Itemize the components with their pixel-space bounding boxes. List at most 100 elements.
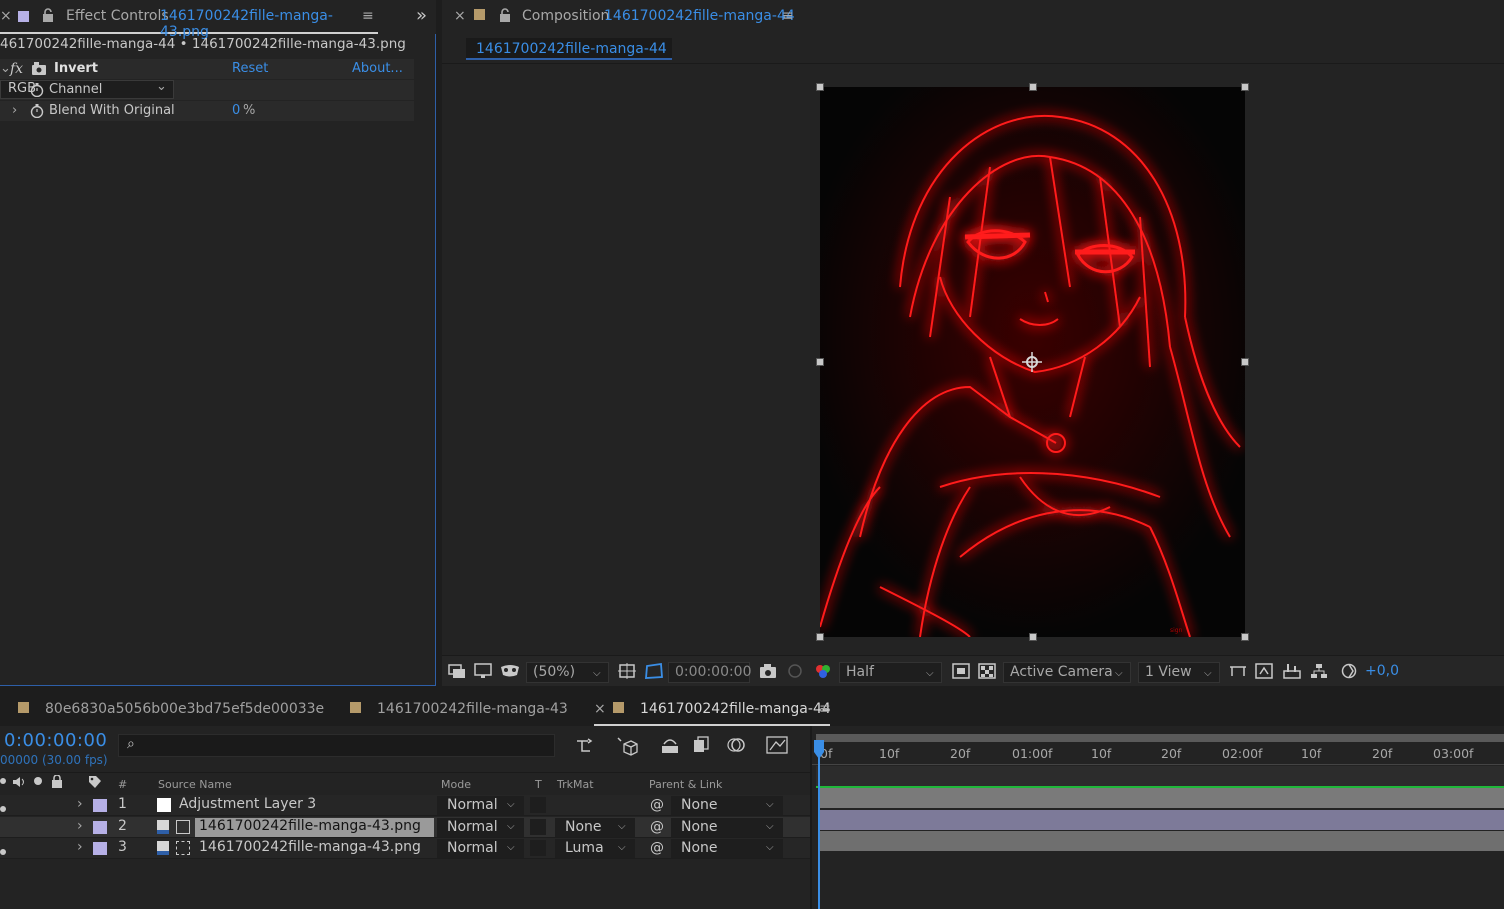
layer-name[interactable]: 1461700242fille-manga-43.png xyxy=(199,818,421,834)
fast-previews-icon[interactable] xyxy=(1255,663,1273,679)
transform-handle-tl[interactable] xyxy=(816,83,824,91)
transform-handle-br[interactable] xyxy=(1241,633,1249,641)
transform-handle-bm[interactable] xyxy=(1029,633,1037,641)
layer-search-input[interactable]: ⌕ xyxy=(118,734,555,757)
composition-viewer[interactable]: sign xyxy=(442,65,1504,655)
parent-dropdown[interactable]: None ⌵ xyxy=(671,818,783,837)
layer-bar-3[interactable] xyxy=(818,831,1504,851)
close-icon[interactable]: × xyxy=(594,692,606,726)
region-of-interest-icon[interactable] xyxy=(952,663,970,679)
transform-handle-ml[interactable] xyxy=(816,358,824,366)
view-layout-dropdown[interactable]: 1 View ⌵ xyxy=(1138,662,1220,683)
effect-controls-tab[interactable]: × Effect Controls 1461700242fille-manga-… xyxy=(0,0,378,40)
transform-handle-mr[interactable] xyxy=(1241,358,1249,366)
parent-dropdown[interactable]: None ⌵ xyxy=(671,839,783,858)
layer-label-swatch[interactable] xyxy=(93,821,107,834)
transparency-grid-icon[interactable] xyxy=(978,663,996,679)
layer-mode-dropdown[interactable]: Normal ⌵ xyxy=(437,839,524,858)
transform-handle-tr[interactable] xyxy=(1241,83,1249,91)
toggle-pixel-aspect-icon[interactable] xyxy=(1229,663,1247,679)
timeline-current-time[interactable]: 0:00:00:00 xyxy=(4,730,107,751)
layer-bar-2[interactable] xyxy=(818,810,1504,830)
track-matte-toggle[interactable] xyxy=(530,819,546,835)
comp-mini-flowchart-icon[interactable] xyxy=(576,738,596,758)
timeline-graph[interactable]: 0f 10f 20f 01:00f 10f 20f 02:00f 10f 20f… xyxy=(810,726,1504,909)
layer-name[interactable]: Adjustment Layer 3 xyxy=(179,796,316,812)
parent-dropdown[interactable]: None ⌵ xyxy=(671,796,783,815)
label-tag-icon[interactable] xyxy=(88,775,102,792)
track-matte-dropdown[interactable]: None ⌵ xyxy=(555,818,635,837)
transform-handle-bl[interactable] xyxy=(816,633,824,641)
timeline-icon[interactable] xyxy=(1283,663,1301,679)
chevron-right-icon[interactable]: › xyxy=(12,103,17,118)
chevron-right-icon[interactable]: › xyxy=(77,796,83,812)
composition-frame[interactable]: sign xyxy=(820,87,1245,637)
close-icon[interactable]: × xyxy=(0,8,12,24)
pick-whip-icon[interactable]: @ xyxy=(650,819,664,835)
eye-icon[interactable] xyxy=(0,844,8,860)
layer-label-swatch[interactable] xyxy=(93,842,107,855)
panel-menu-icon[interactable]: ≡ xyxy=(819,692,831,726)
frame-blending-icon[interactable] xyxy=(692,736,712,758)
reset-exposure-icon[interactable] xyxy=(1340,663,1358,679)
graph-editor-icon[interactable] xyxy=(766,736,788,758)
lock-icon[interactable] xyxy=(51,774,63,791)
chevron-right-double-icon[interactable]: » xyxy=(416,5,427,26)
track-matte-dropdown[interactable]: Luma ⌵ xyxy=(555,839,635,858)
eye-icon[interactable] xyxy=(0,801,8,817)
monitor-icon[interactable] xyxy=(474,663,492,679)
layer-bar-1[interactable] xyxy=(818,788,1504,808)
layer-mode-dropdown[interactable]: Normal ⌵ xyxy=(437,796,524,815)
solo-icon[interactable] xyxy=(33,776,43,789)
fx-icon[interactable]: fx xyxy=(10,61,23,77)
mask-visibility-icon[interactable] xyxy=(644,662,663,679)
comp-view-tab[interactable]: 1461700242fille-manga-44 xyxy=(466,38,672,60)
always-preview-icon[interactable] xyxy=(448,663,466,679)
stopwatch-icon[interactable] xyxy=(30,104,44,122)
grid-guide-icon[interactable] xyxy=(618,663,636,679)
reset-link[interactable]: Reset xyxy=(232,61,268,76)
camera-view-dropdown[interactable]: Active Camera ⌵ xyxy=(1003,662,1131,683)
work-area-bar[interactable] xyxy=(816,734,1504,742)
draft-3d-icon[interactable] xyxy=(616,736,638,760)
motion-blur-icon[interactable] xyxy=(726,736,746,758)
effect-row-invert[interactable]: ⌄ fx Invert Reset About... xyxy=(0,59,414,80)
track-matte-toggle[interactable] xyxy=(530,840,546,856)
flowchart-icon[interactable] xyxy=(1310,663,1328,679)
about-link[interactable]: About... xyxy=(352,61,403,76)
col-source-name[interactable]: Source Name xyxy=(158,778,232,791)
current-time-display[interactable]: 0:00:00:00 xyxy=(668,662,752,683)
anchor-point-icon[interactable] xyxy=(1022,352,1042,372)
chevron-right-icon[interactable]: › xyxy=(77,839,83,855)
layer-row-1[interactable]: › 1 Adjustment Layer 3 Normal ⌵ @ None ⌵ xyxy=(0,795,810,816)
layer-mode-dropdown[interactable]: Normal ⌵ xyxy=(437,818,524,837)
rgb-channels-icon[interactable] xyxy=(814,663,832,679)
zoom-dropdown[interactable]: (50%) ⌵ xyxy=(526,662,609,683)
pick-whip-icon[interactable]: @ xyxy=(650,840,664,856)
resolution-dropdown[interactable]: Half ⌵ xyxy=(839,662,942,683)
shy-layers-icon[interactable] xyxy=(660,736,680,758)
layer-row-3[interactable]: › 3 1461700242fille-manga-43.png Normal … xyxy=(0,838,810,859)
panel-menu-icon[interactable]: ≡ xyxy=(362,8,374,24)
layer-row-2[interactable]: › 2 1461700242fille-manga-43.png Normal … xyxy=(0,817,810,838)
playhead-line[interactable] xyxy=(818,740,820,909)
transform-handle-tm[interactable] xyxy=(1029,83,1037,91)
comp-tab-name[interactable]: 1461700242fille-manga-44 xyxy=(604,8,795,24)
lock-icon[interactable] xyxy=(42,8,54,26)
eye-icon[interactable] xyxy=(0,776,10,789)
audio-icon[interactable] xyxy=(12,776,26,791)
playhead-handle[interactable] xyxy=(813,740,825,764)
exposure-value[interactable]: +0,0 xyxy=(1365,663,1399,679)
track-matte-toggle[interactable] xyxy=(530,797,546,813)
panel-menu-icon[interactable]: ≡ xyxy=(782,8,794,24)
layer-name[interactable]: 1461700242fille-manga-43.png xyxy=(199,839,421,855)
mask-icon[interactable] xyxy=(500,663,519,679)
close-icon[interactable]: × xyxy=(454,8,466,24)
pick-whip-icon[interactable]: @ xyxy=(650,797,664,813)
layer-label-swatch[interactable] xyxy=(93,799,107,812)
timeline-tab-3-active[interactable]: × 1461700242fille-manga-44 ≡ xyxy=(594,692,831,726)
camera-icon[interactable] xyxy=(759,663,777,679)
show-snapshot-icon[interactable] xyxy=(786,663,804,679)
chevron-right-icon[interactable]: › xyxy=(77,818,83,834)
lock-icon[interactable] xyxy=(499,8,511,26)
